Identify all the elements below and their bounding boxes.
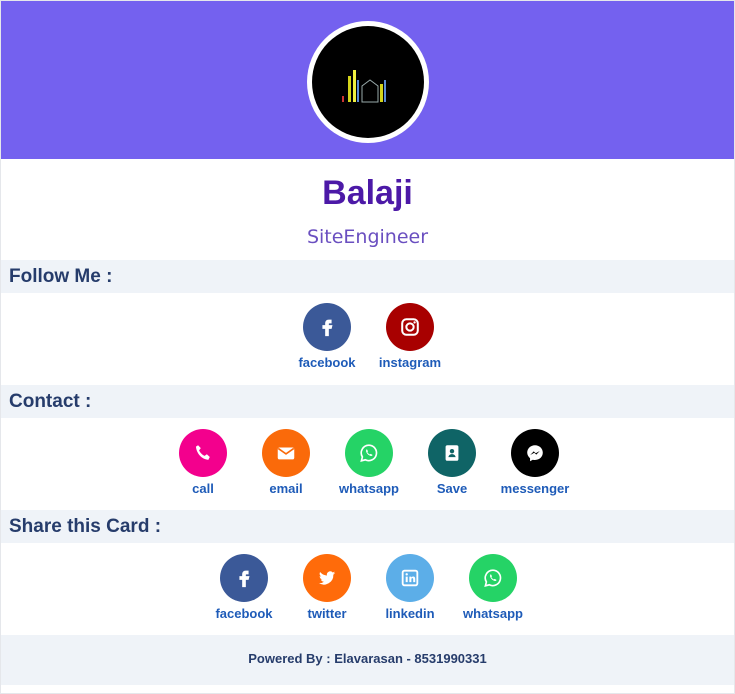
profile-name: Balaji (322, 174, 413, 212)
contact-email-label: email (269, 481, 303, 496)
envelope-icon (262, 429, 310, 477)
follow-section-header: Follow Me : (1, 260, 734, 293)
linkedin-icon (386, 554, 434, 602)
messenger-icon (511, 429, 559, 477)
logo-image (312, 26, 424, 138)
contact-call-label: call (192, 481, 214, 496)
share-twitter-link[interactable]: twitter (282, 554, 372, 621)
profile-title: SiteEngineer (306, 226, 429, 248)
footer: Powered By : Elavarasan - 8531990331 (1, 635, 734, 685)
contact-whatsapp-link[interactable]: whatsapp (324, 429, 414, 496)
instagram-icon (386, 303, 434, 351)
avatar (307, 21, 429, 143)
powered-by-text: Powered By : Elavarasan - 8531990331 (248, 651, 487, 666)
business-card: Balaji SiteEngineer Follow Me : facebook… (0, 0, 735, 694)
contact-whatsapp-label: whatsapp (339, 481, 399, 496)
follow-instagram-link[interactable]: instagram (365, 303, 455, 370)
follow-heading: Follow Me : (9, 266, 113, 287)
contact-messenger-link[interactable]: messenger (490, 429, 580, 496)
share-facebook-link[interactable]: facebook (199, 554, 289, 621)
contact-save-link[interactable]: Save (407, 429, 497, 496)
share-twitter-label: twitter (307, 606, 347, 621)
share-facebook-label: facebook (215, 606, 273, 621)
follow-facebook-label: facebook (298, 355, 356, 370)
share-section-header: Share this Card : (1, 510, 734, 543)
follow-facebook-link[interactable]: facebook (282, 303, 372, 370)
twitter-icon (303, 554, 351, 602)
contact-email-link[interactable]: email (241, 429, 331, 496)
contact-save-label: Save (436, 481, 468, 496)
share-whatsapp-label: whatsapp (463, 606, 523, 621)
contact-section-header: Contact : (1, 385, 734, 418)
facebook-icon (220, 554, 268, 602)
share-heading: Share this Card : (9, 516, 162, 537)
facebook-icon (303, 303, 351, 351)
follow-instagram-label: instagram (378, 355, 442, 370)
whatsapp-icon (345, 429, 393, 477)
contact-heading: Contact : (9, 391, 92, 412)
share-linkedin-label: linkedin (385, 606, 435, 621)
share-linkedin-link[interactable]: linkedin (365, 554, 455, 621)
contact-call-link[interactable]: call (158, 429, 248, 496)
whatsapp-icon (469, 554, 517, 602)
share-whatsapp-link[interactable]: whatsapp (448, 554, 538, 621)
contact-messenger-label: messenger (500, 481, 570, 496)
phone-icon (179, 429, 227, 477)
contact-book-icon (428, 429, 476, 477)
